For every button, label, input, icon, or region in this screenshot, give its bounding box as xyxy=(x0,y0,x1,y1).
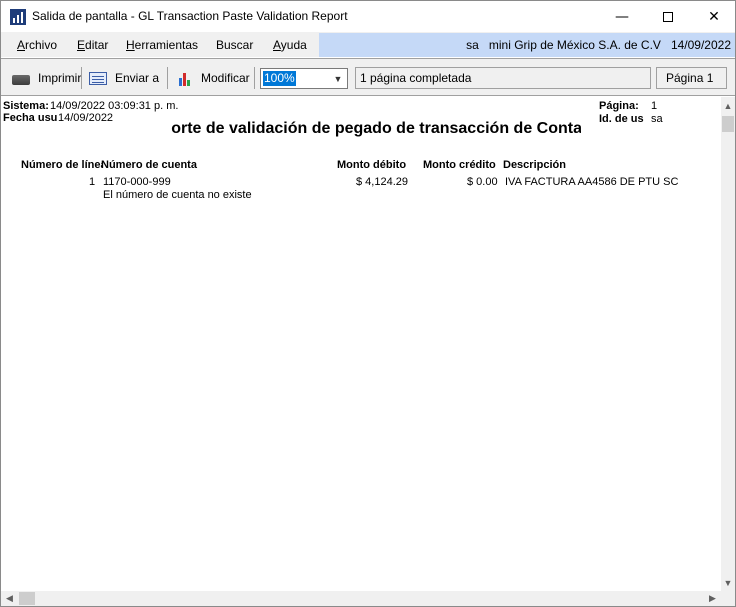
report-app-icon xyxy=(10,9,26,25)
row-description: IVA FACTURA AA4586 DE PTU SC xyxy=(505,176,679,188)
minimize-button[interactable]: — xyxy=(599,1,645,32)
session-company: mini Grip de México S.A. de C.V xyxy=(488,38,661,52)
user-date-value: 14/09/2022 xyxy=(58,112,114,124)
page-number-status: Página 1 xyxy=(656,67,727,89)
row-credit: $ 0.00 xyxy=(467,176,498,188)
horizontal-scroll-thumb[interactable] xyxy=(19,592,35,605)
menu-herramientas[interactable]: Herramientas xyxy=(126,38,198,52)
send-label: Enviar a xyxy=(115,71,160,85)
session-info: sa mini Grip de México S.A. de C.V 14/09… xyxy=(466,38,731,52)
horizontal-scrollbar[interactable]: ◀ ▶ xyxy=(1,591,721,606)
column-header-description: Descripción xyxy=(503,159,566,171)
report-canvas: Sistema: 14/09/2022 03:09:31 p. m. Fecha… xyxy=(1,97,721,591)
scroll-down-icon[interactable]: ▼ xyxy=(721,574,735,591)
send-icon xyxy=(89,71,107,85)
page-value: 1 xyxy=(651,100,658,112)
user-id-label: Id. de us xyxy=(599,113,644,125)
vertical-scroll-thumb[interactable] xyxy=(722,116,734,132)
toolbar-divider xyxy=(167,67,168,89)
user-date-label: Fecha usu xyxy=(3,112,58,124)
report-title: Reporte de validación de pegado de trans… xyxy=(171,120,581,137)
column-header-debit: Monto débito xyxy=(337,159,407,171)
system-value: 14/09/2022 03:09:31 p. m. xyxy=(50,100,179,112)
session-date: 14/09/2022 xyxy=(670,38,731,52)
toolbar-divider xyxy=(254,67,255,89)
minimize-icon: — xyxy=(615,8,629,25)
row-line-number: 1 xyxy=(89,176,96,188)
user-id-value: sa xyxy=(651,113,663,125)
scrollbar-corner xyxy=(721,591,735,606)
print-button[interactable]: Imprimir xyxy=(12,68,81,88)
close-icon: ✕ xyxy=(708,8,720,25)
row-account-number: 1170-000-999 xyxy=(103,176,171,188)
toolbar-divider xyxy=(81,67,82,89)
menu-bar: Archivo Editar Herramientas Buscar Ayuda… xyxy=(1,32,735,57)
modify-label: Modificar xyxy=(201,71,250,85)
report-toolbar: Imprimir Enviar a Modificar 100% ▼ 1 pág… xyxy=(1,58,735,96)
system-label: Sistema: xyxy=(3,100,49,112)
menu-editar[interactable]: Editar xyxy=(77,38,108,52)
page-label: Página: xyxy=(599,100,639,112)
menu-archivo[interactable]: Archivo xyxy=(17,38,57,52)
zoom-value: 100% xyxy=(263,71,296,86)
vertical-scrollbar[interactable]: ▲ ▼ xyxy=(721,97,735,591)
column-header-line: Número de línea xyxy=(21,159,103,171)
print-label: Imprimir xyxy=(38,71,82,85)
row-error-message: El número de cuenta no existe xyxy=(103,189,252,201)
column-header-credit: Monto crédito xyxy=(423,159,496,171)
zoom-select[interactable]: 100% ▼ xyxy=(260,68,348,89)
modify-button[interactable]: Modificar xyxy=(179,68,250,88)
maximize-button[interactable] xyxy=(645,1,691,32)
row-debit: $ 4,124.29 xyxy=(356,176,408,188)
column-header-account: Número de cuenta xyxy=(101,159,197,171)
send-to-button[interactable]: Enviar a xyxy=(89,68,159,88)
scroll-up-icon[interactable]: ▲ xyxy=(721,97,735,114)
modify-icon xyxy=(179,70,193,86)
report-window: Salida de pantalla - GL Transaction Past… xyxy=(0,0,736,607)
pages-status: 1 página completada xyxy=(355,67,651,89)
maximize-icon xyxy=(663,11,673,22)
session-user: sa xyxy=(466,38,479,52)
window-title: Salida de pantalla - GL Transaction Past… xyxy=(32,9,348,23)
chevron-down-icon[interactable]: ▼ xyxy=(331,71,345,86)
menu-buscar[interactable]: Buscar xyxy=(216,38,253,52)
printer-icon xyxy=(12,75,30,85)
title-bar: Salida de pantalla - GL Transaction Past… xyxy=(1,1,735,32)
scroll-left-icon[interactable]: ◀ xyxy=(1,591,18,606)
close-button[interactable]: ✕ xyxy=(691,1,736,32)
scroll-right-icon[interactable]: ▶ xyxy=(704,591,721,606)
menu-ayuda[interactable]: Ayuda xyxy=(273,38,307,52)
